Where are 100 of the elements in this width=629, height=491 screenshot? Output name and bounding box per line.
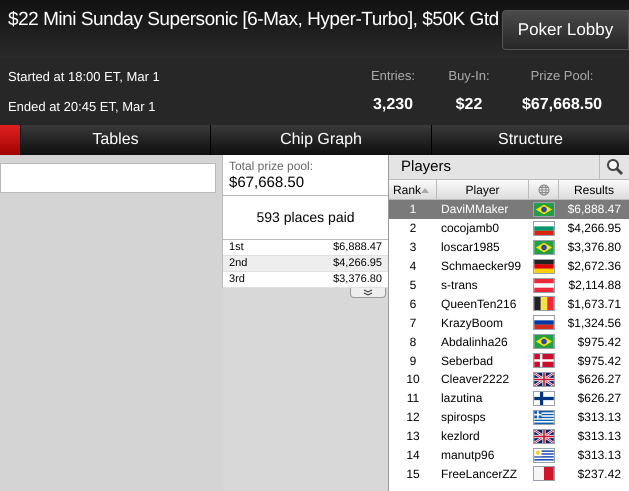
stat-value: 3,230: [372, 95, 414, 116]
rank-cell-text: 3: [408, 239, 418, 256]
prize-place: 3rd: [229, 272, 245, 287]
result-cell-text: $626.27: [576, 371, 622, 388]
player-name: QueenTen216: [440, 296, 518, 313]
results-column-header[interactable]: Results: [559, 180, 629, 199]
result-cell-text: $1,324.56: [566, 314, 622, 332]
rank-cell-text: 15: [405, 466, 421, 483]
text-field[interactable]: [0, 163, 216, 193]
result-cell-text: $313.13: [576, 409, 622, 426]
player-name: Seberbad: [440, 352, 494, 370]
player-row[interactable]: 14 manutp96 $313.13: [389, 446, 629, 464]
tab[interactable]: Tables: [21, 125, 210, 155]
player-row[interactable]: 12 spirosps $313.13: [389, 408, 629, 427]
result-cell-text: $313.13: [576, 428, 622, 446]
player-row[interactable]: 6 QueenTen216 $1,673.71: [389, 294, 629, 314]
flag-icon: [533, 240, 555, 255]
stat-label: Prize Pool:: [530, 66, 594, 85]
stat-value: $67,668.50: [522, 95, 602, 116]
result-cell-text: $3,376.80: [566, 239, 622, 256]
rank-cell-text: 9: [408, 352, 418, 370]
player-name: DaviMMaker: [440, 201, 510, 218]
flag-icon: [533, 296, 555, 312]
player-row[interactable]: 7 KrazyBoom $1,324.56: [389, 313, 629, 332]
poker-lobby-button[interactable]: Poker Lobby: [502, 10, 629, 50]
total-prize-label: Total prize pool:: [229, 159, 314, 174]
flag-icon: [533, 428, 555, 444]
player-name: Cleaver2222: [440, 371, 510, 388]
rank-cell-text: 4: [408, 258, 418, 276]
flag-icon: [533, 390, 555, 406]
rank-cell-text: 13: [405, 428, 421, 446]
player-name: manutp96: [440, 447, 496, 464]
player-name: FreeLancerZZ: [440, 466, 518, 483]
rank-cell-text: 8: [408, 334, 418, 351]
start-time: Started at 18:00 ET, Mar 1: [8, 68, 161, 86]
prize-place: 1st: [229, 240, 244, 255]
player-row[interactable]: 15 FreeLancerZZ $237.42: [389, 464, 629, 484]
player-name: kezlord: [440, 428, 481, 446]
rank-cell-text: 12: [405, 409, 421, 426]
result-cell-text: $4,266.95: [566, 220, 622, 238]
prize-amount: $6,888.47: [333, 240, 382, 255]
player-name: lazutina: [440, 390, 484, 408]
flag-icon: [533, 466, 555, 482]
player-row[interactable]: 13 kezlord $313.13: [389, 426, 629, 446]
expand-button[interactable]: [350, 288, 386, 298]
result-cell-text: $2,114.88: [568, 277, 622, 294]
player-row[interactable]: 1 DaviMMaker $6,888.47: [389, 200, 629, 219]
prize-amount: $3,376.80: [333, 272, 382, 287]
flag-icon: [533, 448, 555, 463]
player-name: Abdalinha26: [440, 334, 509, 351]
total-prize-value: $67,668.50: [229, 174, 306, 193]
rank-cell-text: 10: [405, 371, 421, 388]
prize-amount: $4,266.95: [333, 256, 382, 271]
result-cell-text: $2,672.36: [566, 258, 622, 276]
window-title: $22 Mini Sunday Supersonic [6-Max, Hyper-Turbo], $50K Gtd: [8, 8, 499, 32]
rank-cell-text: 14: [405, 447, 421, 464]
rank-cell-text: 5: [408, 277, 418, 294]
player-name: cocojamb0: [440, 220, 500, 238]
places-paid: 593 places paid: [256, 208, 355, 227]
result-cell-text: $975.42: [576, 334, 622, 351]
player-name: spirosps: [440, 409, 487, 426]
player-row[interactable]: 2 cocojamb0 $4,266.95: [389, 218, 629, 238]
flag-icon: [533, 353, 555, 368]
prize-place: 2nd: [229, 256, 248, 271]
double-chevron-icon: [363, 288, 373, 296]
result-cell-text: $313.13: [576, 447, 622, 464]
player-column-header[interactable]: Player: [437, 180, 529, 199]
flag-icon: [533, 315, 555, 330]
player-row[interactable]: 8 Abdalinha26 $975.42: [389, 332, 629, 352]
flag-icon: [533, 220, 555, 236]
tab[interactable]: Structure: [432, 125, 629, 155]
result-cell-text: $237.42: [576, 466, 622, 483]
result-cell-text: $975.42: [576, 352, 622, 370]
flag-icon: [533, 334, 555, 350]
player-row[interactable]: 3 loscar1985 $3,376.80: [389, 238, 629, 257]
rank-column-header[interactable]: Rank: [389, 180, 437, 199]
player-row[interactable]: 10 Cleaver2222 $626.27: [389, 370, 629, 389]
player-row[interactable]: 5 s-trans $2,114.88: [389, 276, 629, 294]
tab[interactable]: Chip Graph: [211, 125, 431, 155]
flag-icon: [533, 372, 555, 387]
flag-icon: [533, 258, 555, 274]
rank-cell-text: 11: [406, 390, 420, 408]
rank-cell-text: 7: [408, 314, 418, 332]
end-time: Ended at 20:45 ET, Mar 1: [8, 98, 156, 116]
result-cell-text: $626.27: [576, 390, 622, 408]
player-name: KrazyBoom: [440, 314, 504, 332]
globe-icon: [538, 184, 550, 196]
stat-label: Entries:: [370, 66, 416, 85]
sort-up-icon: [421, 186, 430, 192]
player-name: loscar1985: [440, 239, 501, 256]
player-row[interactable]: 9 Seberbad $975.42: [389, 351, 629, 370]
player-name: Schmaecker99: [440, 258, 522, 276]
player-row[interactable]: 11 lazutina $626.27: [389, 388, 629, 408]
stat-label: Buy-In:: [448, 66, 490, 85]
player-name: s-trans: [440, 277, 479, 294]
player-row[interactable]: 4 Schmaecker99 $2,672.36: [389, 256, 629, 276]
rank-cell-text: 1: [408, 201, 418, 218]
search-icon: [606, 158, 624, 176]
result-cell-text: $1,673.71: [566, 296, 622, 313]
rank-cell-text: 2: [408, 220, 418, 238]
